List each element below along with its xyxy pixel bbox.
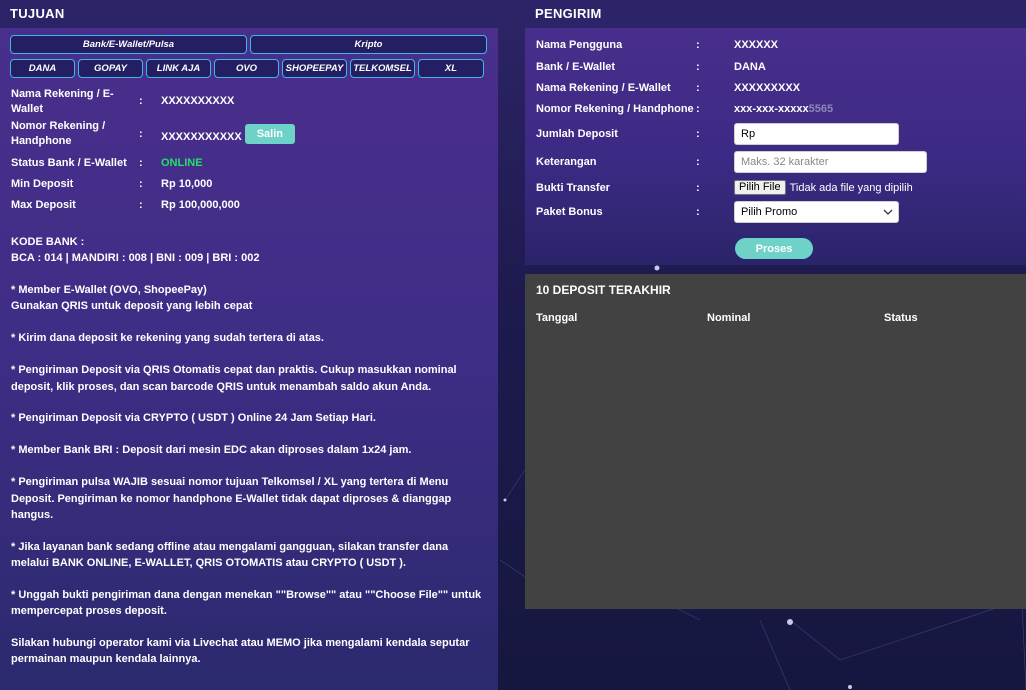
info-row-min: Min Deposit : Rp 10,000	[11, 178, 213, 190]
tab-telkomsel[interactable]: TELKOMSEL	[350, 59, 415, 78]
status-badge: ONLINE	[161, 157, 203, 169]
row-bank: Bank / E-Wallet : DANA	[536, 61, 766, 73]
nomor-rekening-label: Nomor Rekening / Handphone	[11, 120, 106, 147]
deposit-history-title: 10 DEPOSIT TERAKHIR	[536, 283, 671, 297]
info-row-status: Status Bank / E-Wallet : ONLINE	[11, 157, 203, 169]
tab-bank-ewallet-pulsa[interactable]: Bank/E-Wallet/Pulsa	[10, 35, 247, 54]
deposit-history-panel: 10 DEPOSIT TERAKHIR Tanggal Nominal Stat…	[525, 274, 1026, 609]
min-deposit-value: Rp 10,000	[161, 178, 213, 190]
nama-rekening-label: Nama Rekening / E-Wallet	[11, 88, 114, 115]
nomor-rekening-value: XXXXXXXXXXX	[161, 131, 242, 143]
row-bukti-transfer: Bukti Transfer : Pilih File Tidak ada fi…	[536, 180, 913, 195]
nomor-rekening-masked: 5565	[808, 103, 834, 115]
deposit-table-header: Tanggal Nominal Status	[525, 302, 1026, 332]
pengirim-title: PENGIRIM	[525, 0, 1026, 28]
column-status: Status	[884, 312, 918, 324]
tab-ovo[interactable]: OVO	[214, 59, 279, 78]
max-deposit-value: Rp 100,000,000	[161, 199, 240, 211]
keterangan-input[interactable]: Maks. 32 karakter	[734, 151, 927, 173]
kode-bank-note: KODE BANK : BCA : 014 | MANDIRI : 008 | …	[11, 236, 260, 265]
column-tanggal: Tanggal	[536, 312, 578, 324]
tab-kripto[interactable]: Kripto	[250, 35, 487, 54]
file-upload: Pilih File Tidak ada file yang dipilih	[734, 180, 913, 195]
tab-xl[interactable]: XL	[418, 59, 484, 78]
tab-dana[interactable]: DANA	[10, 59, 75, 78]
note-3: * Pengiriman Deposit via CRYPTO ( USDT )…	[11, 412, 376, 425]
note-5: * Pengiriman pulsa WAJIB sesuai nomor tu…	[11, 476, 452, 521]
bank-value: DANA	[734, 61, 766, 73]
nama-rekening-pengirim-value: XXXXXXXXX	[734, 82, 801, 94]
choose-file-button[interactable]: Pilih File	[734, 180, 786, 195]
info-row-max: Max Deposit : Rp 100,000,000	[11, 199, 240, 211]
nama-pengguna-value: XXXXXX	[734, 39, 779, 51]
chevron-down-icon	[878, 201, 898, 223]
note-7: * Unggah bukti pengiriman dana dengan me…	[11, 588, 482, 618]
pengirim-panel: PENGIRIM Nama Pengguna : XXXXXX Bank / E…	[525, 0, 1026, 265]
column-nominal: Nominal	[707, 312, 751, 324]
note-6: * Jika layanan bank sedang offline atau …	[11, 540, 449, 570]
tab-link-aja[interactable]: LINK AJA	[146, 59, 211, 78]
max-deposit-label: Max Deposit	[11, 199, 76, 211]
ewallet-note: * Member E-Wallet (OVO, ShopeePay) Gunak…	[11, 284, 253, 313]
min-deposit-label: Min Deposit	[11, 178, 74, 190]
tujuan-panel: TUJUAN Bank/E-Wallet/Pulsa Kripto DANA G…	[0, 0, 498, 690]
info-row-nama: Nama Rekening / E-Wallet : XXXXXXXXXX	[11, 88, 235, 115]
file-status: Tidak ada file yang dipilih	[789, 181, 913, 194]
note-2: * Pengiriman Deposit via QRIS Otomatis c…	[11, 364, 457, 393]
proses-button[interactable]: Proses	[735, 238, 813, 259]
nama-rekening-value: XXXXXXXXXX	[161, 95, 235, 107]
jumlah-deposit-input[interactable]: Rp	[734, 123, 899, 145]
note-8: Silakan hubungi operator kami via Livech…	[11, 637, 470, 666]
note-1: * Kirim dana deposit ke rekening yang su…	[11, 332, 324, 345]
provider-tabs: DANA GOPAY LINK AJA OVO SHOPEEPAY TELKOM…	[0, 59, 498, 78]
info-row-nomor: Nomor Rekening / Handphone : XXXXXXXXXXX…	[11, 119, 498, 156]
row-nomor-rekening: Nomor Rekening / Handphone : xxx-xxx-xxx…	[536, 103, 834, 115]
row-jumlah-deposit: Jumlah Deposit : Rp	[536, 123, 899, 145]
row-nama-pengguna: Nama Pengguna : XXXXXX	[536, 39, 779, 51]
paket-bonus-select[interactable]: Pilih Promo	[734, 201, 899, 223]
tab-shopeepay[interactable]: SHOPEEPAY	[282, 59, 347, 78]
tujuan-title: TUJUAN	[0, 0, 498, 28]
row-nama-rekening: Nama Rekening / E-Wallet : XXXXXXXXX	[536, 82, 801, 94]
deposit-notes: KODE BANK : BCA : 014 | MANDIRI : 008 | …	[0, 234, 498, 668]
note-4: * Member Bank BRI : Deposit dari mesin E…	[11, 444, 412, 457]
row-keterangan: Keterangan : Maks. 32 karakter	[536, 151, 927, 173]
tab-gopay[interactable]: GOPAY	[78, 59, 143, 78]
status-label: Status Bank / E-Wallet	[11, 157, 127, 169]
row-paket-bonus: Paket Bonus : Pilih Promo	[536, 201, 899, 223]
tujuan-info: Nama Rekening / E-Wallet : XXXXXXXXXX No…	[0, 87, 498, 219]
salin-button[interactable]: Salin	[244, 124, 296, 144]
category-tabs: Bank/E-Wallet/Pulsa Kripto	[0, 35, 498, 54]
nomor-rekening-pengirim-value: xxx-xxx-xxxxx	[734, 103, 809, 115]
